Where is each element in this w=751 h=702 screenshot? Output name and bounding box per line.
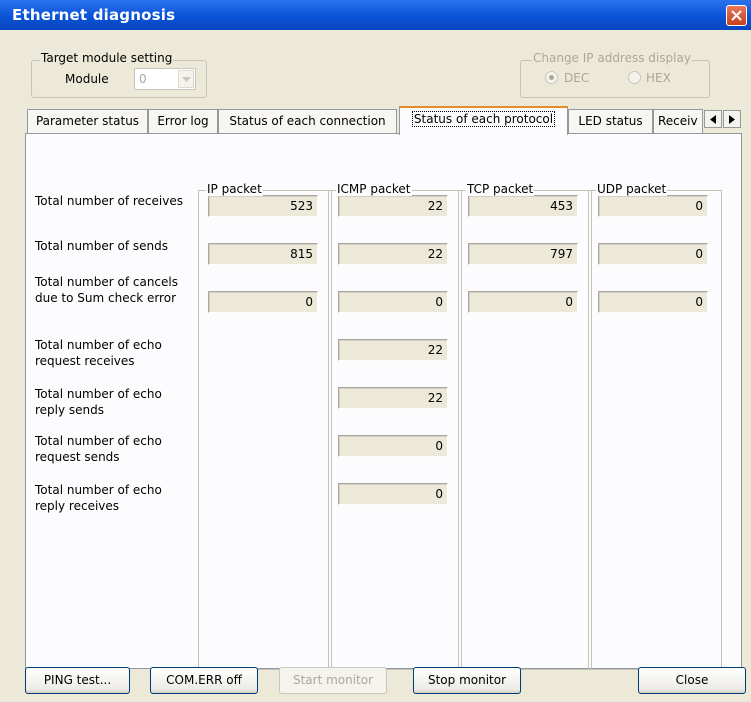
- tab-scroll-left-button[interactable]: [704, 110, 722, 128]
- ip-display-group-label: Change IP address display: [532, 51, 692, 65]
- tcp-packet-header: TCP packet: [466, 182, 535, 196]
- icmp-sum-check-field: 0: [338, 291, 448, 313]
- dec-radio[interactable]: [545, 71, 558, 84]
- icmp-echo-reply-receives-field: 0: [338, 483, 448, 505]
- module-label: Module: [65, 72, 109, 86]
- arrow-right-icon: [729, 115, 735, 124]
- udp-receives-field: 0: [598, 195, 708, 217]
- hex-radio-label: HEX: [646, 71, 671, 85]
- tab-status-each-protocol[interactable]: Status of each protocol: [399, 106, 568, 135]
- row-label-receives: Total number of receives: [35, 194, 183, 208]
- close-icon: [731, 10, 742, 21]
- ethernet-diagnosis-window: Ethernet diagnosis Target module setting…: [0, 0, 751, 702]
- tab-error-log[interactable]: Error log: [148, 109, 218, 133]
- start-monitor-button[interactable]: Start monitor: [279, 667, 387, 694]
- module-select-value: 0: [139, 72, 147, 86]
- tcp-sum-check-field: 0: [468, 291, 578, 313]
- row-label-sends: Total number of sends: [35, 239, 168, 253]
- ip-packet-header: IP packet: [206, 182, 263, 196]
- icmp-echo-request-receives-field: 22: [338, 339, 448, 361]
- icmp-packet-header: ICMP packet: [336, 182, 412, 196]
- hex-radio[interactable]: [628, 71, 641, 84]
- com-err-off-button[interactable]: COM.ERR off: [150, 667, 258, 694]
- target-module-group-label: Target module setting: [40, 51, 174, 65]
- title-bar[interactable]: Ethernet diagnosis: [0, 0, 751, 30]
- ip-sends-field: 815: [208, 243, 318, 265]
- tab-status-each-connection[interactable]: Status of each connection: [218, 109, 397, 133]
- icmp-sends-field: 22: [338, 243, 448, 265]
- row-label-echo-reply-sends: Total number of echo reply sends: [35, 387, 162, 417]
- tab-led-status[interactable]: LED status: [568, 109, 653, 133]
- tab-receive-status[interactable]: Receiv: [653, 109, 703, 133]
- row-label-echo-request-receives: Total number of echo request receives: [35, 338, 162, 368]
- arrow-left-icon: [710, 115, 716, 124]
- row-label-echo-request-sends: Total number of echo request sends: [35, 434, 162, 464]
- module-select[interactable]: 0: [134, 68, 196, 90]
- row-label-sum-check-cancels: Total number of cancels due to Sum check…: [35, 275, 178, 305]
- icmp-echo-request-sends-field: 0: [338, 435, 448, 457]
- icmp-receives-field: 22: [338, 195, 448, 217]
- close-window-button[interactable]: [726, 5, 747, 26]
- udp-packet-header: UDP packet: [596, 182, 668, 196]
- icmp-echo-reply-sends-field: 22: [338, 387, 448, 409]
- udp-sends-field: 0: [598, 243, 708, 265]
- ping-test-button[interactable]: PING test...: [25, 667, 130, 694]
- row-label-echo-reply-receives: Total number of echo reply receives: [35, 483, 162, 513]
- dec-radio-label: DEC: [564, 71, 590, 85]
- tcp-sends-field: 797: [468, 243, 578, 265]
- window-title: Ethernet diagnosis: [12, 6, 176, 24]
- ip-sum-check-field: 0: [208, 291, 318, 313]
- close-button[interactable]: Close: [638, 667, 746, 694]
- tcp-receives-field: 453: [468, 195, 578, 217]
- udp-sum-check-field: 0: [598, 291, 708, 313]
- tab-parameter-status[interactable]: Parameter status: [27, 109, 148, 133]
- radio-dot-icon: [549, 75, 554, 80]
- tab-scroll-right-button[interactable]: [723, 110, 741, 128]
- chevron-down-icon[interactable]: [178, 70, 194, 88]
- stop-monitor-button[interactable]: Stop monitor: [413, 667, 521, 694]
- ip-receives-field: 523: [208, 195, 318, 217]
